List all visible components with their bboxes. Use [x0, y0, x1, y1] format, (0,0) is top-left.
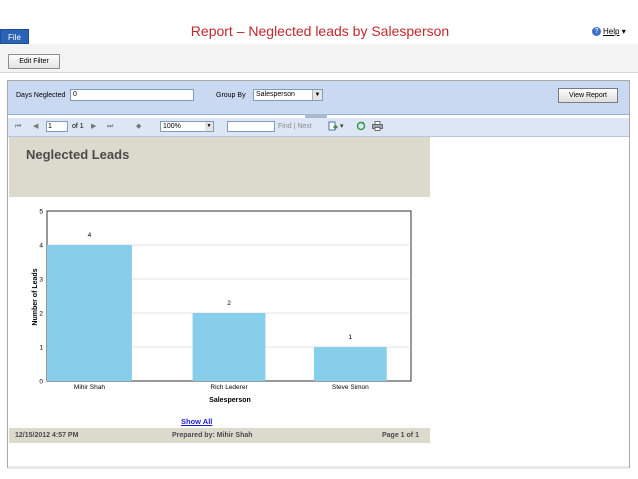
edit-filter-button[interactable]: Edit Filter — [8, 54, 60, 69]
print-icon[interactable] — [372, 121, 383, 131]
file-menu-button[interactable]: File — [0, 29, 29, 44]
help-icon: ? — [592, 27, 601, 37]
back-to-parent-icon[interactable]: ◆ — [136, 121, 141, 133]
help-menu[interactable]: ? Help ▾ — [592, 26, 626, 38]
report-heading: Neglected Leads — [26, 147, 130, 162]
footer-prepared-by: Prepared by: Mihir Shah — [172, 432, 253, 439]
chevron-down-icon: ▾ — [621, 27, 626, 36]
group-by-label: Group By — [216, 92, 246, 99]
first-page-icon[interactable]: ⏮ — [15, 121, 21, 133]
group-by-select[interactable]: Salesperson ▼ — [253, 89, 323, 101]
command-bar — [0, 44, 638, 73]
page-count-label: of 1 — [72, 123, 84, 130]
refresh-icon[interactable] — [356, 121, 366, 131]
find-input[interactable] — [227, 121, 275, 132]
page-number-input[interactable]: 1 — [46, 121, 68, 132]
next-page-icon[interactable]: ▶ — [91, 121, 96, 133]
chevron-down-icon[interactable]: ▼ — [312, 90, 322, 100]
footer-page-number: Page 1 of 1 — [382, 432, 419, 439]
previous-page-icon[interactable]: ◀ — [33, 121, 38, 133]
export-icon[interactable] — [328, 121, 338, 131]
help-label: Help — [603, 27, 620, 36]
show-all-link[interactable]: Show All — [181, 417, 212, 427]
days-neglected-input[interactable]: 0 — [70, 89, 194, 101]
last-page-icon[interactable]: ⏭ — [107, 121, 113, 133]
group-by-value: Salesperson — [256, 91, 295, 98]
zoom-value: 100% — [163, 123, 181, 130]
horizontal-scrollbar[interactable] — [8, 466, 629, 469]
days-neglected-label: Days Neglected — [16, 92, 66, 99]
page-title: Report – Neglected leads by Salesperson — [190, 23, 450, 39]
export-dropdown-icon[interactable]: ▾ — [340, 121, 344, 133]
find-next-link[interactable]: Find | Next — [278, 121, 312, 133]
view-report-button[interactable]: View Report — [558, 88, 618, 103]
zoom-select[interactable]: 100% ▼ — [160, 121, 214, 132]
chevron-down-icon[interactable]: ▼ — [205, 122, 213, 131]
report-toolbar — [8, 118, 629, 137]
footer-date: 12/15/2012 4:57 PM — [15, 432, 79, 439]
